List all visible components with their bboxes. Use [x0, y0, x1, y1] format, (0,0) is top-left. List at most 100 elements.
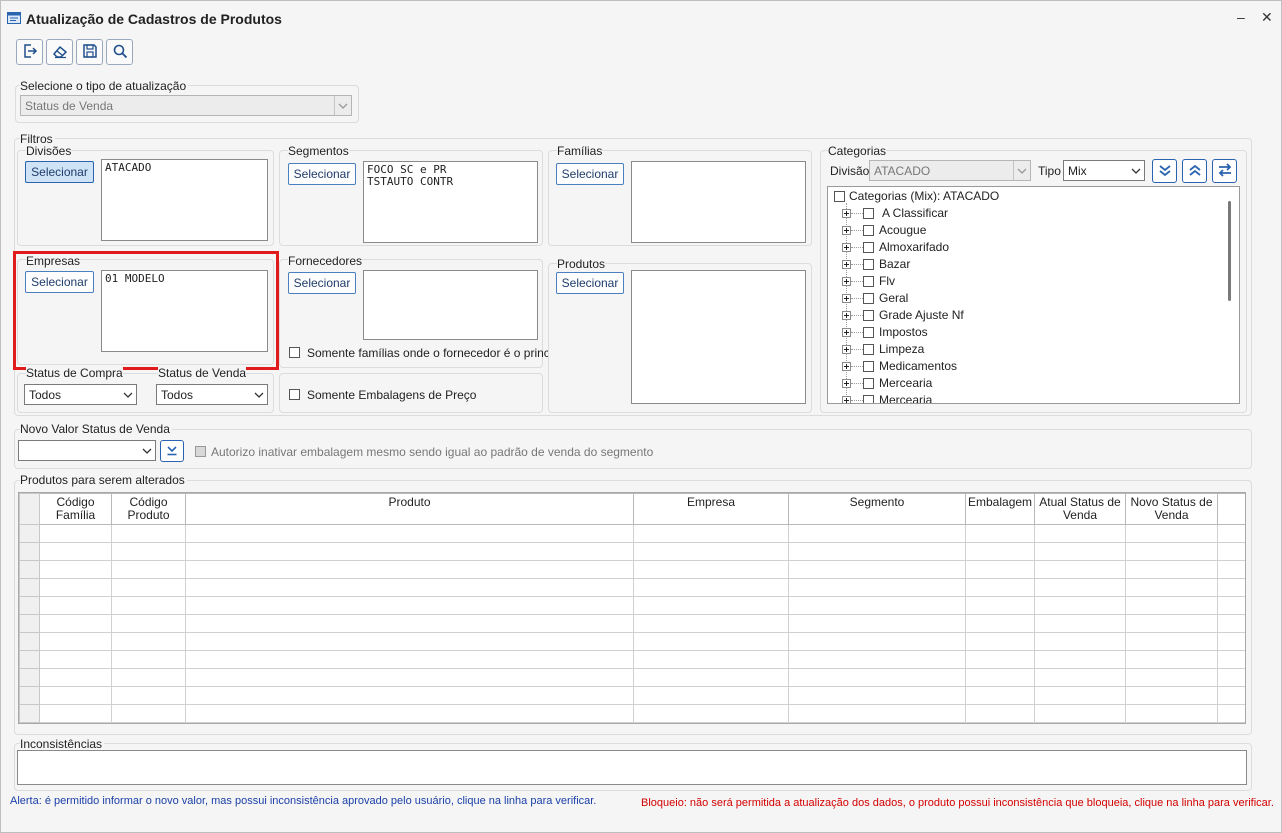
table-cell[interactable] [1125, 560, 1218, 579]
tree-scrollbar[interactable] [1228, 201, 1231, 301]
table-cell[interactable] [1217, 542, 1245, 561]
table-cell[interactable] [965, 542, 1035, 561]
table-cell[interactable] [633, 542, 789, 561]
table-cell[interactable] [185, 596, 634, 615]
minimize-button[interactable]: – [1237, 9, 1245, 25]
table-cell[interactable] [1034, 614, 1126, 633]
table-cell[interactable] [1125, 578, 1218, 597]
table-row[interactable] [19, 542, 1245, 561]
table-cell[interactable] [1034, 578, 1126, 597]
table-cell[interactable] [633, 668, 789, 687]
tree-item[interactable]: Bazar [828, 256, 1228, 273]
table-cell[interactable] [185, 704, 634, 723]
table-cell[interactable] [1034, 560, 1126, 579]
table-cell[interactable] [1034, 596, 1126, 615]
expand-icon[interactable] [842, 345, 851, 354]
close-button[interactable]: ✕ [1261, 9, 1273, 26]
expand-icon[interactable] [842, 209, 851, 218]
table-cell[interactable] [633, 578, 789, 597]
table-cell[interactable] [1217, 704, 1245, 723]
tree-item-checkbox[interactable] [863, 293, 874, 304]
table-cell[interactable] [965, 668, 1035, 687]
embalagens-preco-checkbox[interactable] [289, 389, 300, 400]
column-header[interactable]: Produto [185, 493, 634, 525]
categorias-divisao-select[interactable]: ATACADO [869, 160, 1031, 181]
table-cell[interactable] [1034, 668, 1126, 687]
table-cell[interactable] [788, 614, 966, 633]
expand-icon[interactable] [842, 277, 851, 286]
table-cell[interactable] [965, 614, 1035, 633]
table-cell[interactable] [111, 560, 186, 579]
table-cell[interactable] [633, 704, 789, 723]
table-cell[interactable] [1125, 524, 1218, 543]
expand-icon[interactable] [842, 311, 851, 320]
table-cell[interactable] [111, 524, 186, 543]
fornecedores-list[interactable] [363, 270, 538, 340]
tree-item[interactable]: Medicamentos [828, 358, 1228, 375]
table-cell[interactable] [965, 596, 1035, 615]
expand-icon[interactable] [842, 243, 851, 252]
table-cell[interactable] [965, 704, 1035, 723]
expand-all-button[interactable] [1152, 159, 1177, 183]
tree-item[interactable]: Flv [828, 273, 1228, 290]
table-row[interactable] [19, 704, 1245, 723]
expand-icon[interactable] [842, 379, 851, 388]
table-cell[interactable] [1217, 596, 1245, 615]
novo-valor-select[interactable] [18, 440, 156, 461]
table-cell[interactable] [1217, 632, 1245, 651]
table-cell[interactable] [788, 578, 966, 597]
column-header[interactable]: Empresa [633, 493, 789, 525]
table-cell[interactable] [965, 560, 1035, 579]
table-cell[interactable] [1217, 614, 1245, 633]
row-header-cell[interactable] [19, 560, 40, 579]
table-cell[interactable] [788, 542, 966, 561]
table-cell[interactable] [39, 596, 112, 615]
tree-item[interactable]: Limpeza [828, 341, 1228, 358]
row-header-cell[interactable] [19, 704, 40, 723]
swap-button[interactable] [1212, 159, 1237, 183]
tree-item[interactable]: Almoxarifado [828, 239, 1228, 256]
table-cell[interactable] [1125, 704, 1218, 723]
table-cell[interactable] [788, 668, 966, 687]
tree-item-checkbox[interactable] [863, 344, 874, 355]
tree-item[interactable]: A Classificar [828, 205, 1228, 222]
search-button[interactable] [106, 39, 133, 65]
table-cell[interactable] [633, 650, 789, 669]
table-cell[interactable] [185, 614, 634, 633]
table-cell[interactable] [39, 542, 112, 561]
table-cell[interactable] [185, 578, 634, 597]
table-cell[interactable] [1034, 542, 1126, 561]
table-cell[interactable] [633, 614, 789, 633]
row-header-cell[interactable] [19, 596, 40, 615]
table-cell[interactable] [788, 524, 966, 543]
table-cell[interactable] [788, 704, 966, 723]
table-cell[interactable] [39, 650, 112, 669]
column-header[interactable]: Atual Status de Venda [1034, 493, 1126, 525]
tree-item-checkbox[interactable] [863, 276, 874, 287]
table-row[interactable] [19, 614, 1245, 633]
tree-item-checkbox[interactable] [863, 259, 874, 270]
table-cell[interactable] [39, 668, 112, 687]
table-cell[interactable] [39, 686, 112, 705]
table-cell[interactable] [788, 686, 966, 705]
row-header-cell[interactable] [19, 686, 40, 705]
table-cell[interactable] [965, 650, 1035, 669]
column-header[interactable]: Código Família [39, 493, 112, 525]
table-cell[interactable] [39, 614, 112, 633]
table-cell[interactable] [111, 650, 186, 669]
table-row[interactable] [19, 596, 1245, 615]
column-header[interactable]: Código Produto [111, 493, 186, 525]
table-cell[interactable] [965, 686, 1035, 705]
tree-item-checkbox[interactable] [863, 242, 874, 253]
table-cell[interactable] [185, 524, 634, 543]
table-cell[interactable] [185, 650, 634, 669]
fornecedor-principal-checkbox[interactable] [289, 347, 300, 358]
tree-item-checkbox[interactable] [863, 327, 874, 338]
row-header-cell[interactable] [19, 614, 40, 633]
tree-item[interactable]: Impostos [828, 324, 1228, 341]
table-cell[interactable] [39, 632, 112, 651]
segmentos-select-button[interactable]: Selecionar [288, 163, 356, 185]
column-header[interactable]: Embalagem [965, 493, 1035, 525]
table-cell[interactable] [111, 686, 186, 705]
categorias-tree[interactable]: Categorias (Mix): ATACADO A Classificar … [827, 186, 1240, 404]
